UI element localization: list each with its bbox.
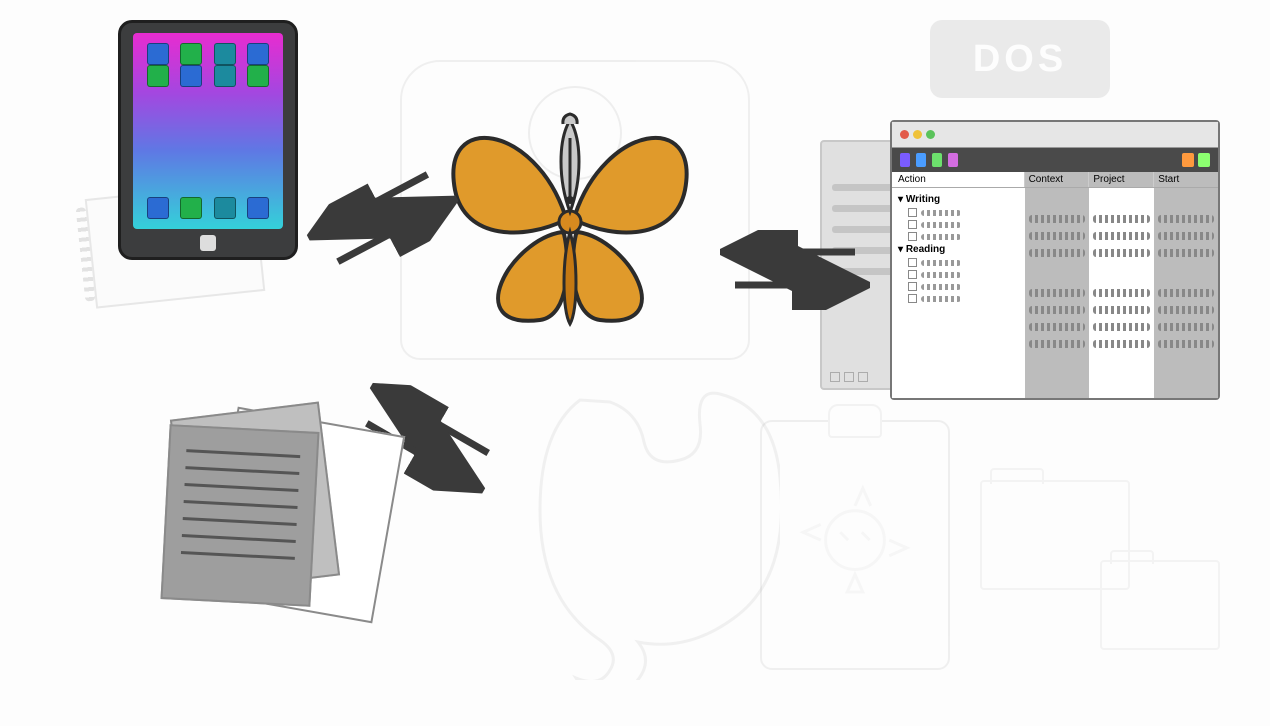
bg-clipboard-icon xyxy=(760,420,950,670)
toolbar-chip-icon xyxy=(1182,153,1194,167)
group-label: Reading xyxy=(906,244,945,255)
app-icon xyxy=(247,197,269,219)
toolbar-chip-icon xyxy=(1198,153,1210,167)
column-header: Start xyxy=(1154,172,1218,187)
app-icon xyxy=(180,65,202,87)
close-dot-icon xyxy=(900,130,909,139)
butterfly-logo-icon xyxy=(430,100,710,360)
tablet-home-button xyxy=(200,235,216,251)
documents-stack xyxy=(150,400,410,640)
window-titlebar xyxy=(892,122,1218,148)
app-icon xyxy=(180,43,202,65)
task-row xyxy=(908,232,1019,241)
dos-label: DOS xyxy=(973,38,1067,81)
min-dot-icon xyxy=(913,130,922,139)
tablet-screen xyxy=(133,33,283,229)
task-manager-window: Action Context Project Start ▾ Writing ▾… xyxy=(890,120,1220,400)
bg-folders-icon xyxy=(980,440,1240,670)
max-dot-icon xyxy=(926,130,935,139)
column-header: Action xyxy=(892,172,1025,187)
group-label: Writing xyxy=(906,194,940,205)
task-group: ▾ Reading xyxy=(898,244,1019,255)
app-icon xyxy=(147,65,169,87)
bg-elephant-icon xyxy=(520,380,780,680)
task-row xyxy=(908,270,1019,279)
window-toolbar xyxy=(892,148,1218,172)
app-icon xyxy=(147,43,169,65)
sync-arrows-taskwindow xyxy=(720,230,870,315)
task-row xyxy=(908,220,1019,229)
dos-badge: DOS xyxy=(930,20,1110,98)
task-row xyxy=(908,294,1019,303)
app-icon xyxy=(214,65,236,87)
table-body: ▾ Writing ▾ Reading xyxy=(892,188,1218,398)
app-icon xyxy=(180,197,202,219)
app-icon xyxy=(214,197,236,219)
toolbar-chip-icon xyxy=(948,153,958,167)
toolbar-chip-icon xyxy=(932,153,942,167)
table-header: Action Context Project Start xyxy=(892,172,1218,188)
app-icon xyxy=(247,43,269,65)
app-icon xyxy=(147,197,169,219)
app-icon xyxy=(247,65,269,87)
column-header: Context xyxy=(1025,172,1090,187)
toolbar-chip-icon xyxy=(900,153,910,167)
app-icon xyxy=(214,43,236,65)
task-row xyxy=(908,282,1019,291)
column-header: Project xyxy=(1089,172,1154,187)
task-row xyxy=(908,208,1019,217)
toolbar-chip-icon xyxy=(916,153,926,167)
tablet-device xyxy=(118,20,298,260)
document-page xyxy=(161,424,320,607)
task-group: ▾ Writing xyxy=(898,194,1019,205)
task-row xyxy=(908,258,1019,267)
